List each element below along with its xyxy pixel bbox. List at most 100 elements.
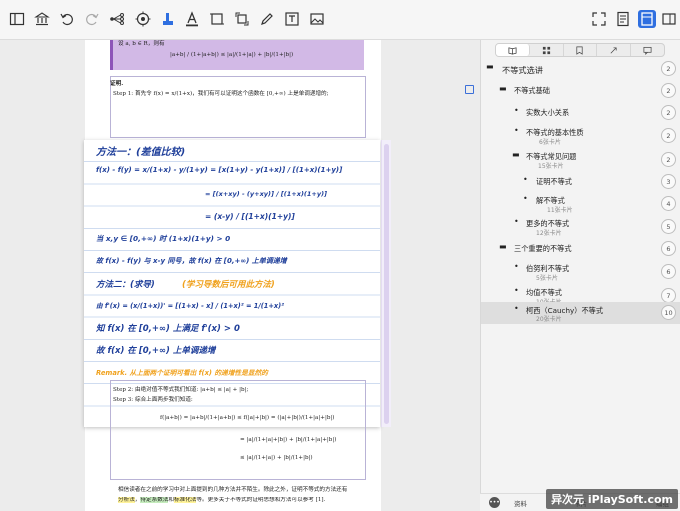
bullet: • <box>523 175 528 184</box>
pdf-theorem-text: 设 a, b ∈ R，则有 <box>118 41 165 47</box>
pdf-para-post: 等。更多关于不等式的证明思想和方法可以参考 [1]. <box>196 497 326 503</box>
note-line-4: = (x-y) / [(1+x)(1+y)] <box>205 212 295 221</box>
pdf-theorem-formula: |a+b| / (1+|a+b|) ≤ |a|/(1+|a|) + |b|/(1… <box>170 52 294 58</box>
note-line-3: = [(x+xy) - (y+xy)] / [(1+x)(1+y)] <box>205 190 328 198</box>
highlighter-icon[interactable] <box>159 10 177 28</box>
panel-toggle-icon[interactable] <box>465 85 474 94</box>
bullet: • <box>514 286 519 295</box>
outline-item-count: 2 <box>661 105 676 120</box>
bullet: • <box>523 194 528 203</box>
outline-item-count: 3 <box>661 174 676 189</box>
crop-icon[interactable] <box>208 10 226 28</box>
comment-icon[interactable] <box>631 44 664 56</box>
pdf-paragraph-b: 分析法，待定系数法和标准化法等。更多关于不等式的证明思想和方法可以参考 [1]. <box>118 497 368 505</box>
pdf-highlight-1[interactable]: 分析法 <box>118 497 135 503</box>
bullet: • <box>514 262 519 271</box>
outline-item-count: 2 <box>661 61 676 76</box>
outline-item-title: 实数大小关系 <box>526 108 570 117</box>
note-line-2: f(x) - f(y) = x/(1+x) - y/(1+y) = [x(1+y… <box>96 166 343 174</box>
outline-item[interactable]: • 证明不等式 3 <box>481 172 680 192</box>
collapse-bullet[interactable]: ▬ <box>486 62 494 71</box>
bullet: • <box>514 126 519 135</box>
note-line-11: Remark. 从上面两个证明可看出 f(x) 的递增性是显然的 <box>96 369 268 377</box>
pdf-step2: Step 2: 由绝对值不等式我们知道: |a+b| ≤ |a| + |b|; <box>113 387 249 393</box>
outline-item-title: 证明不等式 <box>536 177 572 186</box>
more-options-icon[interactable]: ••• <box>489 497 500 508</box>
outline-item-count: 2 <box>661 83 676 98</box>
mindmap-icon[interactable] <box>108 10 126 28</box>
target-icon[interactable] <box>134 10 152 28</box>
bookmark-icon[interactable] <box>564 44 598 56</box>
outline-item-count: 2 <box>661 152 676 167</box>
outline-item-selected[interactable]: • 柯西（Cauchy）不等式 20张卡片 10 <box>481 302 680 324</box>
collapse-bullet[interactable]: ▬ <box>499 84 507 93</box>
note-scrollbar-thumb[interactable] <box>384 144 389 424</box>
proof-box-2 <box>110 380 366 480</box>
note-scrollbar[interactable] <box>381 140 391 427</box>
text-color-icon[interactable] <box>183 10 201 28</box>
collapse-bullet[interactable]: ▬ <box>512 150 520 159</box>
outline-item-count: 6 <box>661 264 676 279</box>
outline-item-title: 不等式选讲 <box>502 65 543 75</box>
undo-icon[interactable] <box>58 10 76 28</box>
outline-item[interactable]: • 解不等式 11张卡片 4 <box>481 192 680 216</box>
bullet: • <box>514 217 519 226</box>
outline-tab-bar <box>495 43 665 57</box>
note-line-10: 故 f(x) 在 [0,+∞) 上单调递增 <box>96 346 216 356</box>
outline-item[interactable]: • 实数大小关系 2 <box>481 102 680 124</box>
notes-icon[interactable] <box>614 10 632 28</box>
note-line-6: 故 f(x) - f(y) 与 x-y 同号，故 f(x) 在 [0,+∞) 上… <box>96 257 287 265</box>
outline-item-cards: 12张卡片 <box>536 230 562 237</box>
pdf-highlight-3[interactable]: 标准化法 <box>174 497 197 503</box>
pdf-step3: Step 3: 综合上面两步我们知道: <box>113 397 193 403</box>
outline-item[interactable]: • 伯努利不等式 5张卡片 6 <box>481 260 680 284</box>
pdf-eq2: = |a|/(1+|a|+|b|) + |b|/(1+|a|+|b|) <box>240 437 337 443</box>
outline-item[interactable]: • 更多的不等式 12张卡片 5 <box>481 216 680 238</box>
outline-item-cards: 11张卡片 <box>547 207 573 214</box>
watermark: 异次元 iPlaySoft.com <box>546 489 678 509</box>
note-line-7: 方法二：(求导) <box>96 280 155 290</box>
image-icon[interactable] <box>308 10 326 28</box>
outline-item-count: 10 <box>661 305 676 320</box>
outline-item-count: 6 <box>661 241 676 256</box>
outline-item-count: 7 <box>661 288 676 303</box>
pdf-highlight-2[interactable]: 待定系数法 <box>140 497 169 503</box>
outline-item-title: 三个重要的不等式 <box>514 244 572 253</box>
bullet: • <box>514 304 519 313</box>
panel-icon[interactable] <box>638 10 656 28</box>
textbox-icon[interactable] <box>283 10 301 28</box>
sidebar-icon[interactable] <box>8 10 26 28</box>
pdf-eq1: f(|a+b|) = |a+b|/(1+|a+b|) ≤ f(|a|+|b|) … <box>160 415 335 421</box>
bullet: • <box>514 106 519 115</box>
outline-item-title: 不等式基础 <box>514 86 550 95</box>
link-icon[interactable] <box>597 44 632 56</box>
pen-icon[interactable] <box>258 10 276 28</box>
note-line-1: 方法一：(差值比较) <box>96 147 186 158</box>
book-icon[interactable] <box>496 44 530 56</box>
outline-item[interactable]: ▬ 不等式常见问题 15张卡片 2 <box>481 148 680 172</box>
pdf-step1: Step 1: 首先令 f(x) = x/(1+x)，我们有可以证明这个函数在 … <box>113 91 329 97</box>
note-line-7b: (学习导数后可用此方法) <box>182 280 275 290</box>
outline-item-cards: 6张卡片 <box>539 139 561 146</box>
more-icon[interactable] <box>660 10 678 28</box>
outline-panel: ▬ 不等式选讲 2 ▬ 不等式基础 2 • 实数大小关系 2 • 不等式的基本性… <box>480 40 680 511</box>
library-icon[interactable] <box>33 10 51 28</box>
rotate-icon[interactable] <box>233 10 251 28</box>
collapse-bullet[interactable]: ▬ <box>499 242 507 251</box>
note-line-5: 当 x,y ∈ [0,+∞) 时 (1+x)(1+y) > 0 <box>96 234 231 243</box>
grid-icon[interactable] <box>530 44 564 56</box>
tab-materials[interactable]: 资料 <box>514 498 527 508</box>
outline-item-count: 5 <box>661 219 676 234</box>
toolbar <box>0 0 680 40</box>
pdf-proof-title: 证明. <box>110 81 124 87</box>
outline-item[interactable]: ▬ 不等式选讲 2 <box>481 58 680 80</box>
fullscreen-icon[interactable] <box>590 10 608 28</box>
note-line-9: 知 f(x) 在 [0,+∞) 上满足 f'(x) > 0 <box>96 324 240 334</box>
outline-item-cards: 15张卡片 <box>538 163 564 170</box>
outline-item[interactable]: ▬ 不等式基础 2 <box>481 80 680 102</box>
redo-icon[interactable] <box>83 10 101 28</box>
note-line-8: 由 f'(x) = (x/(1+x))' = [(1+x) - x] / (1+… <box>96 302 285 310</box>
pdf-eq3: ≤ |a|/(1+|a|) + |b|/(1+|b|) <box>240 455 313 461</box>
outline-item[interactable]: ▬ 三个重要的不等式 6 <box>481 238 680 260</box>
outline-item[interactable]: • 不等式的基本性质 6张卡片 2 <box>481 124 680 148</box>
